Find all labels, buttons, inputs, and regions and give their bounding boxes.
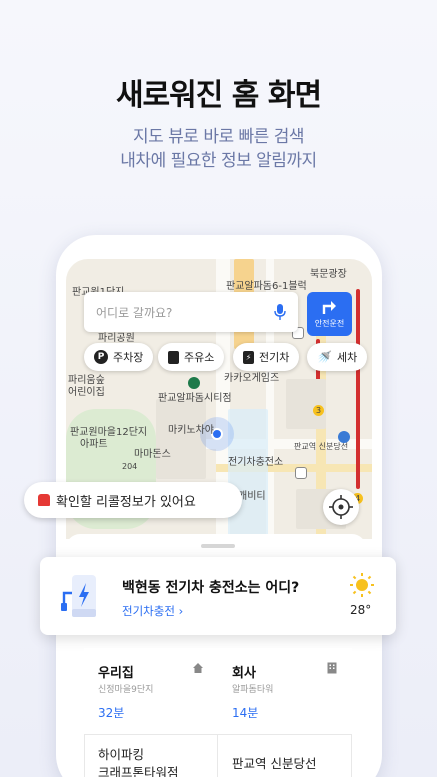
- favorite-home[interactable]: 우리집 신정마을9단지 32분: [84, 648, 218, 734]
- map-label: 아파트: [80, 439, 108, 450]
- map-label: 마마돈스: [134, 449, 171, 460]
- ev-charging-link-label: 전기차충전: [122, 604, 175, 618]
- chip-gas-station[interactable]: 주유소: [158, 343, 225, 371]
- current-location-button[interactable]: [323, 489, 359, 525]
- map-label: 어린이집: [68, 387, 105, 398]
- search-input[interactable]: 어디로 갈까요?: [96, 304, 274, 321]
- recall-notice-text: 확인할 리콜정보가 있어요: [56, 494, 196, 510]
- favorite-home-time: 32분: [98, 706, 125, 720]
- map-label: 카카오게임즈: [224, 373, 280, 384]
- sheet-drag-handle[interactable]: [201, 544, 235, 548]
- map-label: 판교알파돔6-1블럭: [226, 281, 307, 292]
- microphone-icon[interactable]: [274, 304, 286, 320]
- hero-subtitle-line2: 내차에 필요한 정보 알림까지: [120, 151, 317, 171]
- safe-drive-label: 안전운전: [314, 319, 345, 328]
- favorite-work[interactable]: 회사 알파돔타워 14분: [218, 648, 352, 734]
- safe-drive-button[interactable]: 안전운전: [307, 292, 352, 336]
- hero-title: 새로워진 홈 화면: [115, 78, 322, 113]
- favorite-home-address: 신정마을9단지: [98, 685, 154, 695]
- map-label: 판교역 신분당선: [294, 442, 349, 451]
- map-label: 마키노차야: [168, 425, 214, 436]
- favorite-work-title: 회사: [232, 666, 256, 681]
- home-icon: [193, 663, 203, 673]
- favorite-work-address: 알파돔타워: [232, 685, 274, 695]
- chip-car-wash[interactable]: 🚿 세차: [307, 343, 368, 371]
- starbucks-icon: [188, 377, 200, 389]
- chip-parking-label: 주차장: [113, 351, 144, 364]
- chip-car-wash-label: 세차: [336, 351, 358, 364]
- chip-parking[interactable]: P 주차장: [84, 343, 154, 371]
- ev-card-title: 백현동 전기차 충전소는 어디?: [122, 580, 300, 596]
- map-label: 판교알파돔시티점: [158, 393, 232, 404]
- fuel-pump-icon: [168, 350, 179, 364]
- map-label: 전기차충전소: [228, 457, 284, 468]
- recent-place-left[interactable]: 하이파킹 크래프톤타워점: [98, 746, 179, 777]
- temperature: 28°: [350, 603, 372, 617]
- recent-place-left-line1: 하이파킹: [98, 747, 145, 762]
- map-label: 북문광장: [310, 269, 347, 280]
- chevron-right-icon: ›: [178, 604, 184, 618]
- chip-ev-label: 전기차: [259, 351, 290, 364]
- ev-charging-card[interactable]: 백현동 전기차 충전소는 어디? 전기차충전 › 28°: [40, 557, 396, 635]
- sun-icon: [350, 573, 374, 597]
- favorite-work-time: 14분: [232, 706, 259, 720]
- hero-subtitle-line1: 지도 뷰로 바로 빠른 검색: [132, 127, 305, 147]
- recent-place-left-line2: 크래프톤타워점: [98, 765, 179, 777]
- map-label: 캐비티: [238, 491, 266, 502]
- recent-place-right[interactable]: 판교역 신분당선: [232, 755, 316, 773]
- ev-plug-icon: ⚡: [243, 350, 254, 364]
- map-label: 3: [313, 405, 324, 416]
- subway-icon: [338, 431, 350, 443]
- siren-icon: [38, 494, 50, 506]
- parking-icon: P: [94, 350, 108, 364]
- building-icon: [327, 662, 337, 674]
- map-label: 204: [122, 462, 138, 471]
- recall-notice-button[interactable]: 확인할 리콜정보가 있어요: [24, 482, 242, 518]
- ev-charging-link[interactable]: 전기차충전 ›: [122, 603, 183, 619]
- grid-divider-horizontal: [84, 734, 352, 735]
- search-bar[interactable]: 어디로 갈까요?: [84, 292, 298, 332]
- car-wash-icon: 🚿: [317, 350, 332, 364]
- ev-station-icon: [295, 467, 307, 479]
- chip-gas-station-label: 주유소: [184, 351, 215, 364]
- chip-ev[interactable]: ⚡ 전기차: [233, 343, 300, 371]
- ev-charger-icon: [61, 575, 96, 617]
- crosshair-icon: [329, 495, 353, 519]
- favorite-home-title: 우리집: [98, 666, 134, 681]
- turn-right-arrow-icon: [322, 301, 336, 314]
